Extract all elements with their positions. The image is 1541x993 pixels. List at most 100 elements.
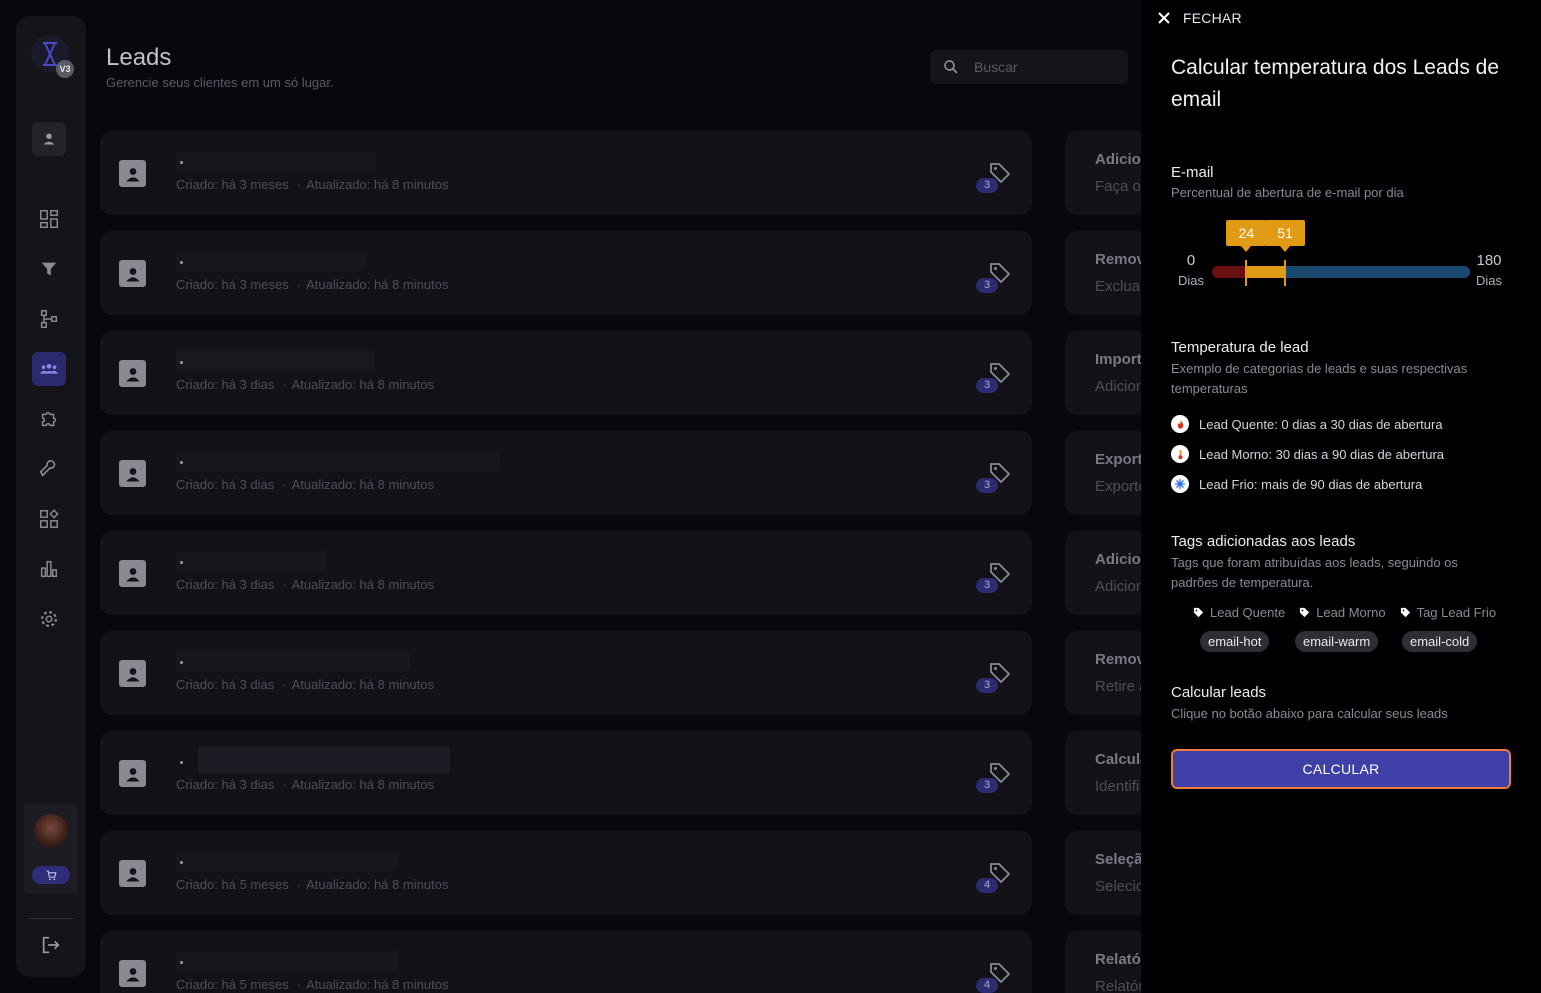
search-box[interactable]: [930, 50, 1128, 84]
action-title: Remov: [1095, 251, 1146, 268]
nav-tools[interactable]: [32, 452, 66, 486]
created-text: Criado: há 3 meses: [176, 177, 289, 192]
action-desc: Selecio: [1095, 878, 1145, 895]
lead-card[interactable]: Criado: há 5 meses · Atualizado: há 8 minu…: [100, 931, 1032, 993]
nav-settings[interactable]: [32, 602, 66, 636]
action-title: Seleçã: [1095, 851, 1143, 868]
lead-name-dot: [180, 961, 183, 964]
bar-chart-icon: [40, 560, 58, 578]
calculate-section-title: Calcular leads: [1171, 684, 1267, 701]
lead-name-dot: [180, 261, 183, 264]
lead-card[interactable]: Criado: há 3 meses · Atualizado: há 8 minu…: [100, 131, 1032, 215]
slider-warm-segment: [1246, 266, 1286, 278]
email-section-desc: Percentual de abertura de e-mail por dia: [1171, 185, 1404, 200]
lead-temperature-drawer: FECHAR Calcular temperatura dos Leads de…: [1141, 0, 1541, 993]
range-min-unit: Dias: [1177, 273, 1204, 288]
tag-count-badge: 3: [976, 178, 998, 193]
temperature-warm-label: Lead Morno: 30 dias a 90 dias de abertur…: [1199, 446, 1445, 462]
tag-name-cold-label: Tag Lead Frio: [1416, 605, 1497, 620]
slider-track[interactable]: [1212, 266, 1470, 278]
tag-names-row: Lead Quente Lead Morno Tag Lead Frio: [1193, 605, 1496, 620]
logout-icon: [42, 936, 60, 954]
lead-meta: Criado: há 3 dias · Atualizado: há 8 minut…: [176, 577, 434, 592]
lead-card[interactable]: Criado: há 5 meses · Atualizado: há 8 minu…: [100, 831, 1032, 915]
avatar[interactable]: [34, 814, 68, 848]
created-text: Criado: há 5 meses: [176, 977, 289, 992]
lead-card[interactable]: Criado: há 3 dias · Atualizado: há 8 minut…: [100, 331, 1032, 415]
updated-text: Atualizado: há 8 minutos: [291, 777, 434, 792]
lead-meta: Criado: há 3 dias · Atualizado: há 8 minut…: [176, 677, 434, 692]
dashboard-icon: [40, 210, 58, 228]
range-min-label: 0 Dias: [1176, 252, 1206, 288]
lead-card[interactable]: Criado: há 3 dias · Atualizado: há 8 minut…: [100, 431, 1032, 515]
nav-flow[interactable]: [32, 302, 66, 336]
lead-name-dot: [180, 661, 183, 664]
nav-funnel[interactable]: [32, 252, 66, 286]
user-icon: [43, 133, 55, 145]
lead-meta: Criado: há 5 meses · Atualizado: há 8 minu…: [176, 977, 449, 992]
page-title: Leads: [106, 44, 172, 71]
calculate-button[interactable]: CALCULAR: [1171, 749, 1511, 789]
slider-low-value: 24: [1226, 220, 1267, 252]
action-desc: Exporte: [1095, 478, 1147, 495]
search-input[interactable]: [974, 59, 1114, 75]
lead-name-redacted: [176, 851, 398, 871]
app-logo[interactable]: V3: [30, 34, 74, 78]
close-button[interactable]: FECHAR: [1157, 8, 1242, 28]
updated-text: Atualizado: há 8 minutos: [291, 477, 434, 492]
lead-meta: Criado: há 3 dias · Atualizado: há 8 minut…: [176, 377, 434, 392]
tag-count-badge: 3: [976, 678, 998, 693]
updated-text: Atualizado: há 8 minutos: [306, 177, 449, 192]
close-icon: [1158, 12, 1170, 24]
lead-card[interactable]: Criado: há 3 dias · Atualizado: há 8 minut…: [100, 731, 1032, 815]
tag-chip-cold: email-cold: [1402, 631, 1478, 652]
lead-meta: Criado: há 3 dias · Atualizado: há 8 minut…: [176, 477, 434, 492]
created-text: Criado: há 5 meses: [176, 877, 289, 892]
nav-leads[interactable]: [32, 352, 66, 386]
updated-text: Atualizado: há 8 minutos: [306, 977, 449, 992]
slider-low-handle[interactable]: [1245, 260, 1248, 286]
tag-chip-warm: email-warm: [1295, 631, 1379, 652]
person-icon: [119, 360, 146, 387]
created-text: Criado: há 3 dias: [176, 377, 275, 392]
logout-button[interactable]: [40, 934, 62, 956]
cart-button[interactable]: [32, 866, 70, 884]
tag-count-badge: 3: [976, 478, 998, 493]
search-icon: [944, 60, 958, 74]
nav-reports[interactable]: [32, 552, 66, 586]
person-icon: [119, 460, 146, 487]
lead-meta: Criado: há 5 meses · Atualizado: há 8 minu…: [176, 877, 449, 892]
created-text: Criado: há 3 meses: [176, 277, 289, 292]
nav-apps[interactable]: [32, 502, 66, 536]
close-label: FECHAR: [1183, 10, 1242, 26]
person-icon: [119, 960, 146, 987]
tags-section-title: Tags adicionadas aos leads: [1171, 533, 1356, 550]
apps-icon: [40, 509, 59, 528]
action-desc: Exclua: [1095, 278, 1141, 295]
tag-count-badge: 3: [976, 778, 998, 793]
lead-card[interactable]: Criado: há 3 dias · Atualizado: há 8 minut…: [100, 631, 1032, 715]
tag-count-badge: 3: [976, 278, 998, 293]
days-range-slider[interactable]: 0 Dias 180 Dias 24 51: [1171, 218, 1521, 298]
lead-card[interactable]: Criado: há 3 dias · Atualizado: há 8 minut…: [100, 531, 1032, 615]
lead-name-redacted: [176, 451, 500, 471]
lead-card[interactable]: Criado: há 3 meses · Atualizado: há 8 minu…: [100, 231, 1032, 315]
person-icon: [119, 860, 146, 887]
nav-dashboard[interactable]: [32, 202, 66, 236]
created-text: Criado: há 3 dias: [176, 777, 275, 792]
range-max-label: 180 Dias: [1474, 252, 1504, 288]
person-icon: [119, 760, 146, 787]
action-title: Export: [1095, 451, 1143, 468]
tags-section-desc: Tags que foram atribuídas aos leads, seg…: [1171, 555, 1458, 590]
updated-text: Atualizado: há 8 minutos: [306, 277, 449, 292]
tag-icon: [1193, 607, 1204, 618]
person-icon: [119, 260, 146, 287]
updated-text: Atualizado: há 8 minutos: [291, 577, 434, 592]
person-icon: [119, 560, 146, 587]
lead-meta: Criado: há 3 dias · Atualizado: há 8 minut…: [176, 777, 434, 792]
nav-profile[interactable]: [32, 122, 66, 156]
slider-high-handle[interactable]: [1284, 260, 1287, 286]
puzzle-icon: [41, 411, 57, 427]
nav-integrations[interactable]: [32, 402, 66, 436]
created-text: Criado: há 3 dias: [176, 677, 275, 692]
